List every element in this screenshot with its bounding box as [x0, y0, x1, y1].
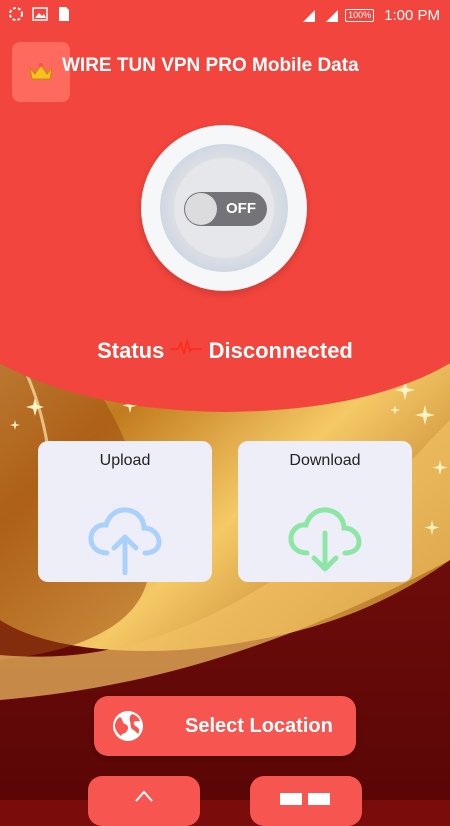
app-title: WIRE TUN VPN PRO Mobile Data: [62, 55, 359, 76]
notification-icons: [8, 6, 72, 22]
upload-title: Upload: [99, 452, 151, 469]
cloud-download-icon: [288, 507, 362, 572]
status-bar: 100% 1:00 PM: [0, 0, 450, 32]
heartbeat-icon: [170, 337, 203, 355]
download-title: Download: [289, 452, 361, 469]
download-card: Download: [238, 441, 412, 582]
status-label: Status: [97, 338, 165, 364]
signal-icon-2: [326, 9, 339, 22]
select-location-button[interactable]: Select Location: [94, 696, 356, 756]
bottom-button-left[interactable]: [88, 776, 200, 826]
connection-status: Status Disconnected: [0, 337, 450, 364]
system-icons: 100% 1:00 PM: [297, 7, 440, 24]
battery-icon: 100%: [345, 9, 375, 22]
globe-icon: [113, 711, 143, 741]
upload-card: Upload: [38, 441, 212, 582]
file-icon: [59, 7, 69, 21]
select-location-label: Select Location: [185, 715, 333, 737]
power-button[interactable]: OFF: [141, 125, 307, 291]
toggle-knob: [185, 193, 217, 225]
signal-icon: [303, 9, 316, 22]
toggle-label: OFF: [226, 200, 256, 217]
grid-icon: [280, 793, 330, 805]
cloud-upload-icon: [88, 507, 162, 575]
vpn-toggle[interactable]: OFF: [184, 192, 267, 226]
background: [0, 0, 450, 800]
image-icon: [32, 7, 48, 21]
sync-icon: [9, 7, 23, 21]
clock: 1:00 PM: [384, 7, 440, 24]
bottom-button-right[interactable]: [250, 776, 362, 826]
status-value: Disconnected: [208, 338, 353, 364]
arrow-up-icon: [135, 790, 153, 802]
